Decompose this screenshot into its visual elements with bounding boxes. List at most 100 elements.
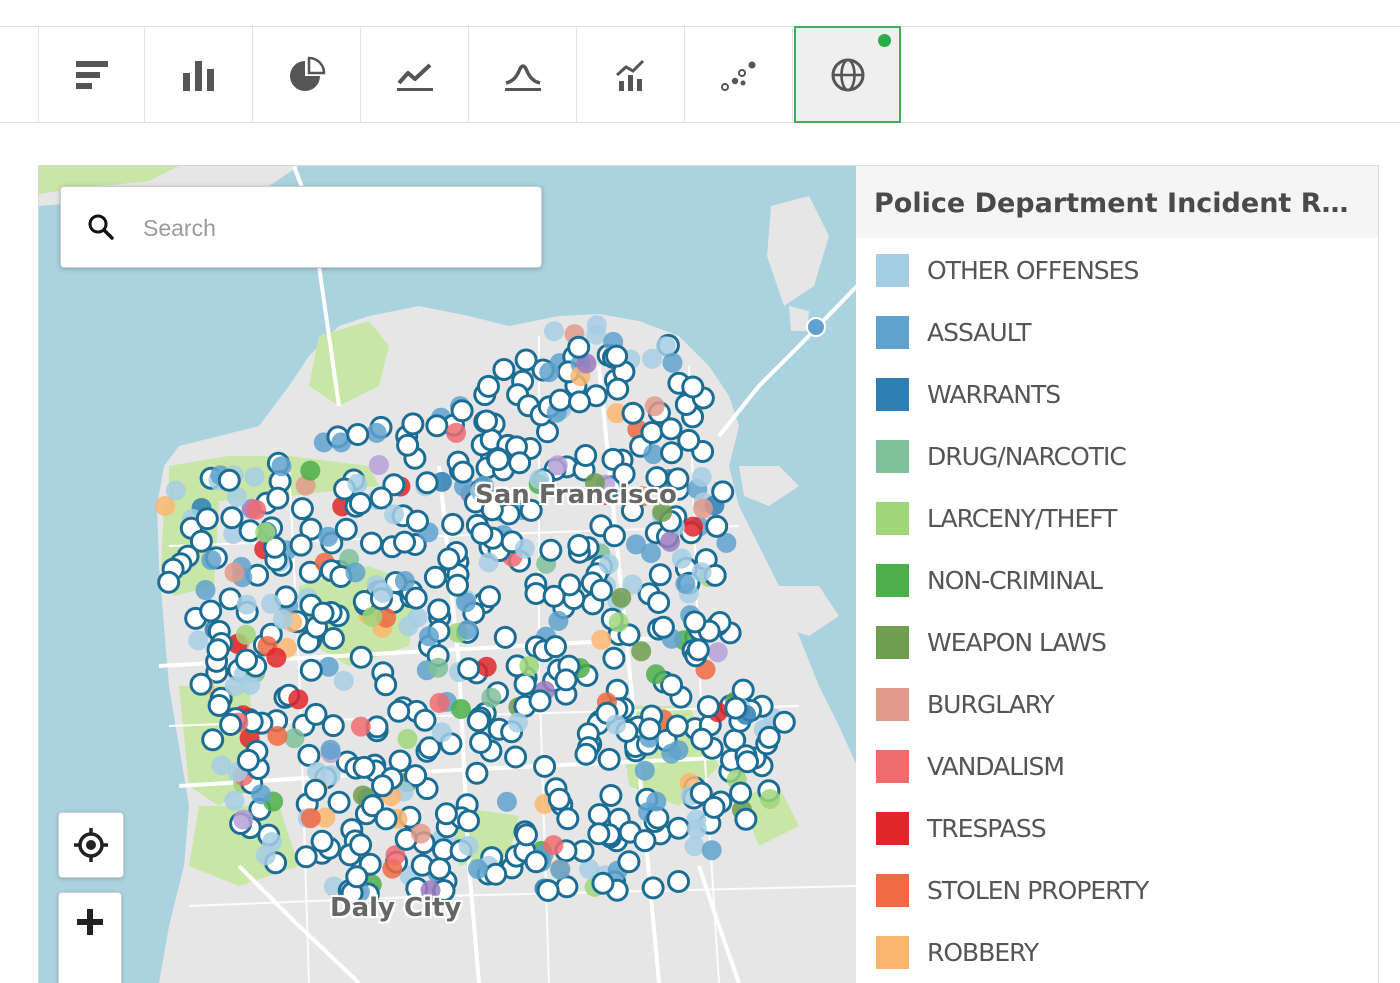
incident-marker[interactable]	[236, 594, 257, 615]
legend-item[interactable]: VANDALISM	[876, 746, 1065, 786]
incident-marker[interactable]	[266, 647, 287, 668]
incident-marker[interactable]	[587, 822, 611, 846]
incident-marker[interactable]	[271, 456, 292, 477]
incident-marker[interactable]	[235, 624, 256, 645]
incident-marker[interactable]	[299, 658, 323, 682]
search-icon[interactable]	[87, 213, 115, 241]
locate-button[interactable]	[58, 812, 124, 878]
incident-marker[interactable]	[428, 657, 449, 678]
incident-marker[interactable]	[691, 466, 712, 487]
incident-marker[interactable]	[189, 529, 213, 553]
incident-marker[interactable]	[236, 748, 260, 772]
incident-marker[interactable]	[772, 710, 796, 734]
incident-marker[interactable]	[423, 565, 447, 589]
legend-item[interactable]: BURGLARY	[876, 684, 1055, 724]
incident-marker[interactable]	[589, 578, 613, 602]
incident-marker[interactable]	[219, 713, 243, 736]
map-search-input[interactable]	[141, 205, 525, 251]
incident-marker[interactable]	[211, 755, 232, 776]
incident-marker[interactable]	[683, 610, 707, 634]
incident-marker[interactable]	[475, 409, 498, 433]
incident-marker[interactable]	[398, 616, 419, 637]
incident-marker[interactable]	[515, 823, 538, 847]
incident-marker[interactable]	[266, 486, 290, 510]
incident-marker[interactable]	[235, 648, 258, 672]
incident-marker[interactable]	[189, 672, 213, 696]
incident-marker[interactable]	[478, 585, 501, 609]
horizontal-bar-chart-button[interactable]	[38, 27, 145, 122]
incident-marker[interactable]	[224, 562, 245, 583]
incident-marker[interactable]	[507, 712, 528, 733]
incident-marker[interactable]	[451, 460, 475, 484]
incident-marker[interactable]	[662, 352, 683, 373]
line-chart-button[interactable]	[362, 27, 469, 122]
incident-marker[interactable]	[675, 573, 696, 594]
incident-marker[interactable]	[690, 727, 714, 751]
incident-marker[interactable]	[300, 460, 321, 481]
incident-marker[interactable]	[384, 504, 405, 525]
incident-marker[interactable]	[300, 808, 321, 829]
incident-marker[interactable]	[702, 795, 726, 819]
incident-marker[interactable]	[396, 433, 420, 457]
incident-marker[interactable]	[350, 716, 371, 737]
incident-marker[interactable]	[711, 480, 735, 504]
incident-marker[interactable]	[349, 833, 373, 857]
incident-marker[interactable]	[404, 764, 428, 788]
incident-marker[interactable]	[233, 809, 254, 830]
incident-marker[interactable]	[425, 414, 449, 438]
map-canvas[interactable]	[39, 166, 857, 983]
incident-marker[interactable]	[681, 375, 705, 399]
zoom-in-button[interactable]	[58, 892, 122, 983]
incident-marker[interactable]	[729, 781, 753, 805]
incident-marker[interactable]	[284, 728, 305, 749]
incident-marker[interactable]	[555, 875, 579, 899]
incident-marker[interactable]	[406, 509, 429, 533]
incident-marker[interactable]	[574, 742, 598, 766]
incident-marker[interactable]	[504, 745, 528, 769]
incident-marker[interactable]	[550, 859, 571, 880]
incident-marker[interactable]	[404, 586, 428, 610]
incident-marker[interactable]	[617, 850, 641, 874]
incident-marker[interactable]	[605, 344, 629, 368]
incident-marker[interactable]	[188, 630, 209, 651]
incident-marker[interactable]	[261, 593, 282, 614]
incident-marker[interactable]	[348, 492, 372, 515]
incident-marker[interactable]	[574, 444, 598, 467]
incident-marker[interactable]	[611, 587, 632, 608]
incident-marker[interactable]	[734, 807, 758, 831]
pie-chart-button[interactable]	[254, 27, 361, 122]
incident-marker[interactable]	[667, 816, 691, 840]
incident-marker[interactable]	[638, 717, 662, 741]
incident-marker[interactable]	[677, 428, 701, 452]
incident-marker[interactable]	[321, 627, 345, 650]
incident-marker[interactable]	[345, 562, 366, 583]
incident-marker[interactable]	[683, 516, 704, 537]
incident-marker[interactable]	[760, 789, 781, 809]
incident-marker[interactable]	[493, 625, 517, 649]
incident-marker[interactable]	[477, 374, 500, 398]
incident-marker[interactable]	[542, 584, 566, 608]
legend-item[interactable]: ASSAULT	[876, 312, 1031, 352]
incident-marker[interactable]	[310, 829, 334, 853]
legend-item[interactable]: OTHER OFFENSES	[876, 250, 1139, 290]
legend-item[interactable]: LARCENY/THEFT	[876, 498, 1117, 538]
incident-marker[interactable]	[514, 538, 535, 559]
incident-marker[interactable]	[431, 722, 452, 743]
incident-marker[interactable]	[267, 725, 288, 746]
incident-marker[interactable]	[368, 455, 389, 475]
incident-marker[interactable]	[631, 641, 652, 662]
incident-marker[interactable]	[450, 699, 471, 719]
incident-marker[interactable]	[544, 635, 567, 659]
incident-marker[interactable]	[345, 865, 369, 889]
incident-marker[interactable]	[469, 731, 493, 754]
incident-marker[interactable]	[240, 674, 261, 695]
incident-marker[interactable]	[201, 550, 222, 570]
incident-marker[interactable]	[667, 870, 690, 893]
incident-marker[interactable]	[539, 538, 563, 562]
incident-marker[interactable]	[262, 832, 282, 852]
combo-chart-button[interactable]	[578, 27, 685, 122]
incident-marker[interactable]	[524, 850, 548, 874]
incident-marker[interactable]	[640, 421, 664, 444]
incident-marker[interactable]	[591, 629, 612, 650]
incident-marker[interactable]	[608, 612, 629, 633]
